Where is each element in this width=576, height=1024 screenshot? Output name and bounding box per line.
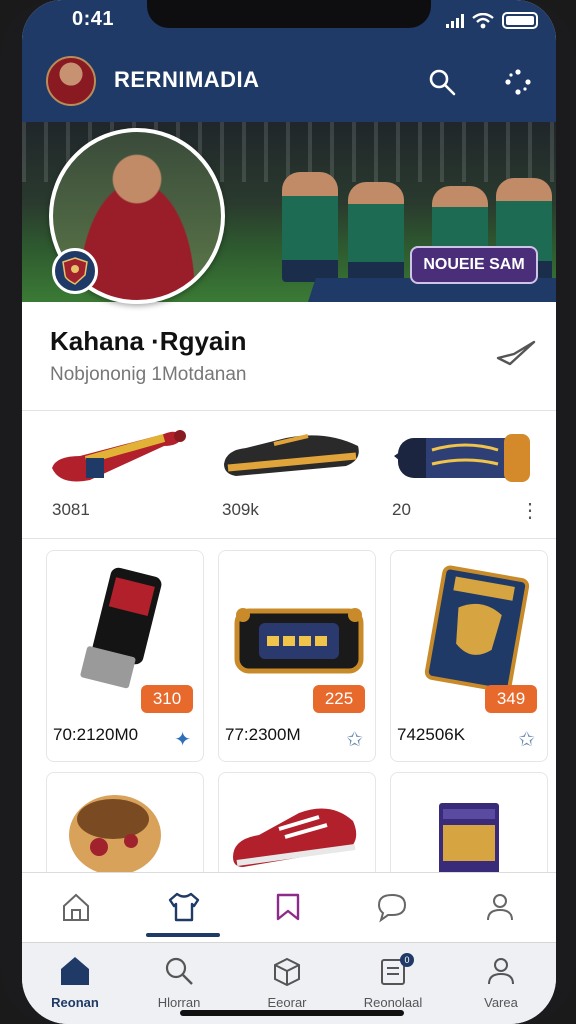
strip-item[interactable]: 309k (216, 420, 366, 530)
chat-icon (377, 893, 407, 923)
strip-item-value: 20 (392, 500, 411, 519)
strip-item-value: 3081 (52, 500, 90, 519)
tab-jersey[interactable] (164, 887, 204, 927)
status-bar: 0:41 (22, 0, 556, 40)
inbox-icon: 0 (348, 953, 438, 989)
nav-item-search[interactable]: Hlorran (134, 953, 224, 1010)
tab-chat[interactable] (372, 887, 412, 927)
player-figure (282, 172, 338, 282)
canister-item-icon (394, 434, 530, 482)
search-button[interactable] (422, 62, 462, 102)
search-icon (134, 953, 224, 989)
price-badge: 225 (313, 685, 365, 713)
nav-item-profile[interactable]: Varea (456, 953, 546, 1010)
box-icon (242, 953, 332, 989)
nav-item-inbox[interactable]: 0 Reonolaal (348, 953, 438, 1010)
nav-label: Varea (484, 995, 518, 1010)
card-label: 742506K (397, 725, 466, 744)
tab-home[interactable] (56, 887, 96, 927)
user-icon (487, 894, 513, 921)
card-label: 70:2120M0 (53, 725, 139, 744)
nav-label: Eeorar (267, 995, 307, 1010)
tab-bookmark[interactable] (268, 887, 308, 927)
wifi-icon (472, 12, 494, 28)
card-label: 77:2300M (225, 725, 301, 744)
battery-icon (502, 12, 538, 29)
user-icon (456, 953, 546, 989)
camera-notch (147, 0, 431, 28)
player-figure (348, 182, 404, 282)
star-icon[interactable]: ✩ (346, 727, 363, 752)
phone-frame: 0:41 RERNIMADIA NOUEIE SAM Kahana ·Rgyai… (0, 0, 576, 1024)
item-strip: 3081 309k 20 ⋮ (22, 420, 556, 530)
plaque-product-icon (234, 608, 364, 674)
profile-subtitle: Nobjononig 1Motdanan (50, 364, 247, 385)
dots-icon (505, 69, 531, 95)
nav-label: Hlorran (157, 995, 201, 1010)
active-tab-indicator (146, 933, 220, 937)
crest-card-product-icon (424, 565, 530, 693)
star-icon[interactable]: ✦ (174, 727, 191, 752)
signal-icon (446, 13, 464, 28)
jersey-icon (168, 892, 200, 922)
product-card[interactable]: 349 742506K ✩ (390, 550, 548, 762)
nav-item-home[interactable]: Reonan (30, 953, 120, 1010)
home-icon (63, 893, 89, 921)
trophy-product-icon (80, 567, 162, 689)
status-time: 0:41 (72, 8, 115, 30)
star-icon[interactable]: ✩ (518, 727, 535, 752)
shoe-item-icon (224, 434, 359, 476)
product-card[interactable]: 225 77:2300M ✩ (218, 550, 376, 762)
strip-item[interactable]: 3081 (46, 420, 196, 530)
home-icon (30, 953, 120, 989)
more-icon[interactable]: ⋮ (520, 498, 540, 523)
divider (22, 538, 556, 539)
nav-item-box[interactable]: Eeorar (242, 953, 332, 1010)
divider (22, 410, 556, 411)
strip-item-value: 309k (222, 500, 259, 519)
notification-badge: 0 (400, 953, 414, 967)
product-card[interactable]: 310 70:2120M0 ✦ (46, 550, 204, 762)
player-avatar-icon[interactable] (46, 56, 96, 106)
home-indicator (180, 1010, 404, 1016)
nav-label: Reonolaal (363, 995, 423, 1010)
tab-bar (22, 872, 556, 940)
tab-profile[interactable] (480, 887, 520, 927)
app-bar: RERNIMADIA (22, 40, 556, 122)
status-icons (446, 12, 538, 29)
price-badge: 310 (141, 685, 193, 713)
profile-name: Kahana ·Rgyain (50, 326, 247, 356)
more-button[interactable] (498, 62, 538, 102)
strip-item[interactable]: 20 (386, 420, 536, 530)
screen: 0:41 RERNIMADIA NOUEIE SAM Kahana ·Rgyai… (22, 0, 556, 1024)
price-badge: 349 (485, 685, 537, 713)
send-icon[interactable] (496, 336, 536, 372)
bookmark-icon (276, 893, 300, 921)
nav-label: Reonan (51, 995, 99, 1010)
app-title: RERNIMADIA (114, 67, 260, 92)
banner-action-button[interactable]: NOUEIE SAM (410, 246, 538, 284)
club-badge-icon (52, 248, 98, 294)
search-icon (429, 69, 456, 96)
bat-item-icon (52, 430, 186, 482)
